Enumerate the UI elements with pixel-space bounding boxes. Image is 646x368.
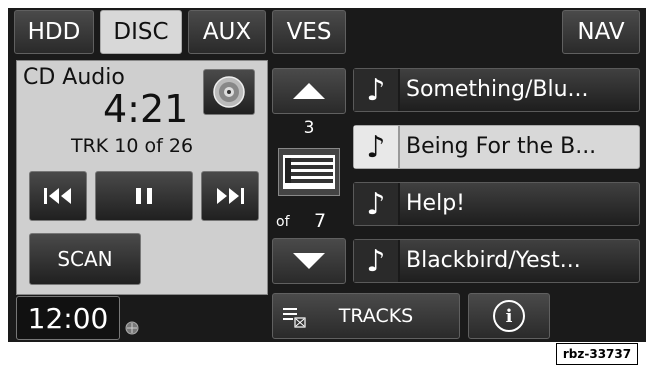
track-item-4[interactable]: ♪ Blackbird/Yest... [353, 239, 640, 283]
clock-time: 12:00 [27, 301, 109, 335]
track-name: Something/Blu... [406, 77, 589, 102]
clock-button[interactable]: 12:00 [16, 296, 120, 340]
tab-aux-label: AUX [202, 19, 252, 45]
info-icon: i [493, 300, 525, 332]
track-item-1[interactable]: ♪ Something/Blu... [353, 68, 640, 112]
previous-track-button[interactable] [29, 171, 87, 221]
disc-icon [213, 76, 245, 108]
skip-forward-icon [217, 188, 244, 204]
scan-label: SCAN [57, 247, 113, 271]
tracks-button[interactable]: TRACKS [272, 293, 460, 339]
nav-label: NAV [577, 19, 625, 45]
list-icon [283, 308, 306, 328]
next-track-button[interactable] [201, 171, 259, 221]
list-page-icon [278, 148, 340, 196]
nav-button[interactable]: NAV [562, 10, 640, 54]
gps-signal-icon [125, 321, 139, 335]
info-label: i [505, 305, 513, 327]
tab-ves-label: VES [286, 19, 332, 45]
info-button[interactable]: i [468, 293, 550, 339]
scroll-down-button[interactable] [272, 238, 346, 284]
music-note-icon: ♪ [354, 69, 400, 111]
music-note-icon: ♪ [354, 183, 400, 225]
figure-code: rbz-33737 [556, 343, 638, 365]
radio-screen: HDD DISC AUX VES NAV CD Audio 4:21 TRK 1… [8, 8, 646, 342]
scroll-up-button[interactable] [272, 68, 346, 114]
page-current: 3 [303, 118, 315, 138]
elapsed-time: 4:21 [103, 87, 189, 131]
tab-hdd-label: HDD [27, 19, 81, 45]
disc-eject-button[interactable] [203, 69, 255, 115]
tab-aux[interactable]: AUX [188, 10, 266, 54]
track-name: Being For the B... [406, 134, 597, 159]
player-panel: CD Audio 4:21 TRK 10 of 26 SCAN [16, 60, 268, 295]
music-note-icon: ♪ [354, 240, 400, 282]
tab-disc-label: DISC [113, 19, 169, 45]
page-total: 7 [314, 210, 327, 232]
track-name: Blackbird/Yest... [406, 248, 581, 273]
track-item-2[interactable]: ♪ Being For the B... [353, 125, 640, 169]
tracks-label: TRACKS [338, 305, 414, 327]
scan-button[interactable]: SCAN [29, 233, 141, 285]
track-item-3[interactable]: ♪ Help! [353, 182, 640, 226]
skip-back-icon [44, 188, 71, 204]
page-of-label: of [276, 214, 290, 230]
page-indicator: 3 of 7 [272, 118, 346, 238]
tab-hdd[interactable]: HDD [14, 10, 94, 54]
track-status: TRK 10 of 26 [71, 135, 194, 157]
tab-disc[interactable]: DISC [100, 10, 182, 54]
pause-button[interactable] [95, 171, 193, 221]
tab-ves[interactable]: VES [272, 10, 346, 54]
pause-icon [136, 188, 152, 204]
up-arrow-icon [293, 83, 325, 99]
music-note-icon: ♪ [354, 126, 400, 168]
down-arrow-icon [293, 253, 325, 269]
track-name: Help! [406, 191, 465, 216]
